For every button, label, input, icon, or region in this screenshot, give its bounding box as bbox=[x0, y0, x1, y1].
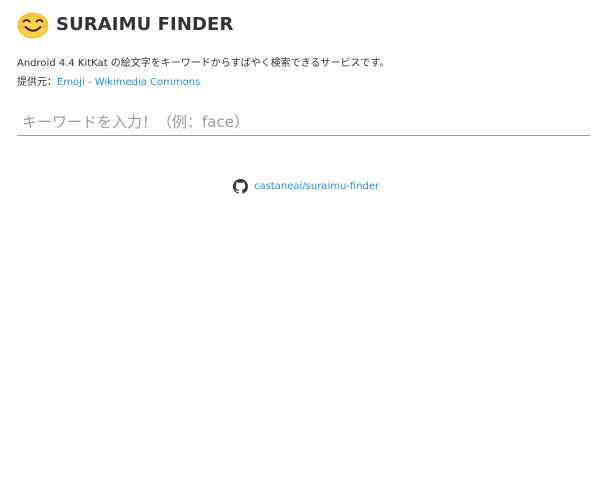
app-header: SURAIMU FINDER bbox=[17, 8, 233, 40]
smiling-face-emoji-icon bbox=[17, 12, 49, 39]
service-description: Android 4.4 KitKat の絵文字をキーワードからすばやく検索できる… bbox=[17, 58, 390, 69]
app-title: SURAIMU FINDER bbox=[56, 13, 234, 35]
search-input[interactable] bbox=[17, 108, 590, 136]
credit-prefix: 提供元： bbox=[17, 77, 57, 88]
wikimedia-commons-link[interactable]: Emoji - Wikimedia Commons bbox=[57, 77, 200, 88]
repository-link[interactable]: castaneai/suraimu-finder bbox=[254, 181, 379, 192]
page: SURAIMU FINDER Android 4.4 KitKat の絵文字をキ… bbox=[0, 0, 600, 504]
repo-link-row: castaneai/suraimu-finder bbox=[233, 179, 379, 194]
github-icon bbox=[233, 179, 248, 194]
credit-line: 提供元：Emoji - Wikimedia Commons bbox=[17, 73, 200, 88]
